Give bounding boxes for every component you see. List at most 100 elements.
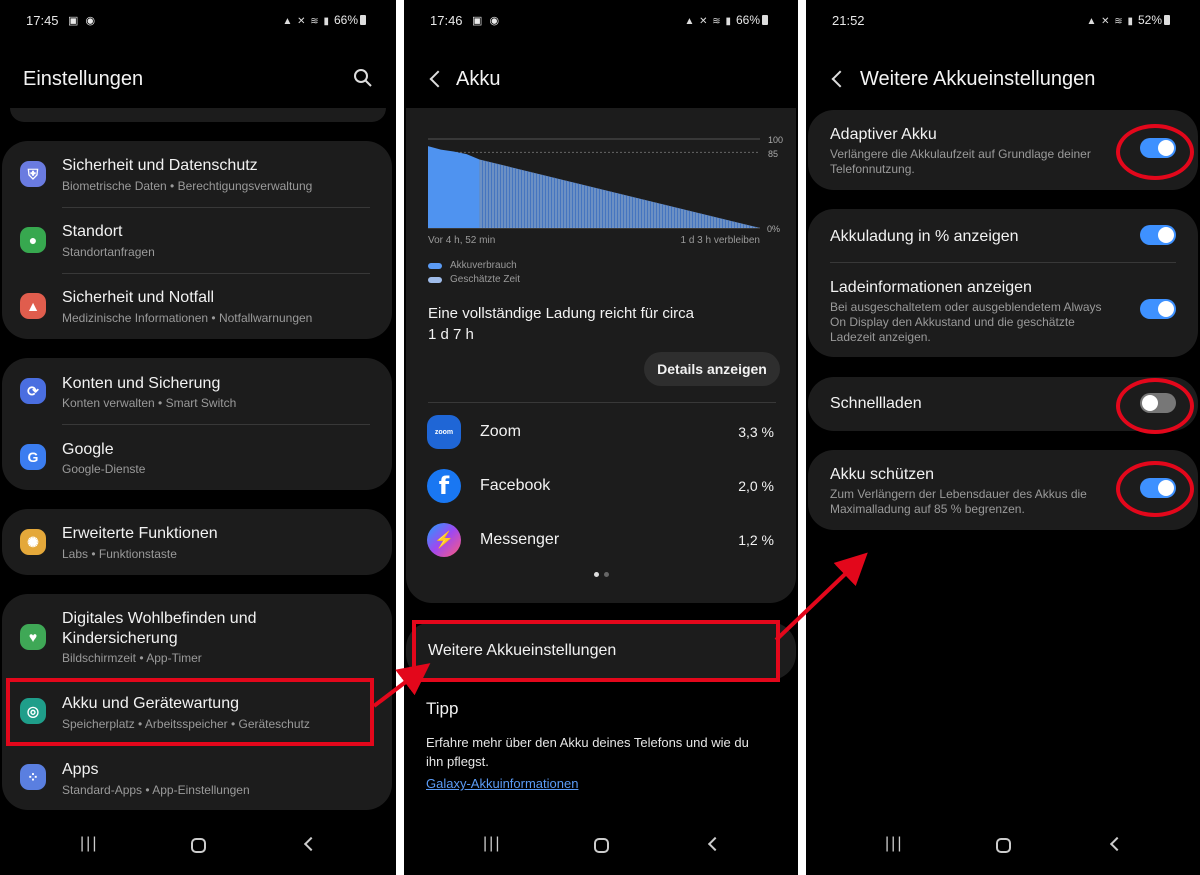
tip-text-line1: Erfahre mehr über den Akku deines Telefo… xyxy=(426,735,749,750)
item-subtitle: Labs • Funktionstaste xyxy=(62,547,177,561)
card-security: ⛨ Sicherheit und Datenschutz Biometrisch… xyxy=(2,141,392,339)
details-button[interactable]: Details anzeigen xyxy=(644,352,780,386)
item-subtitle: Konten verwalten • Smart Switch xyxy=(62,396,237,410)
setting-desc: Verlängere die Akkulaufzeit auf Grundlag… xyxy=(830,147,1091,161)
navigation-bar: ||| xyxy=(0,823,396,875)
home-icon[interactable] xyxy=(996,838,1011,853)
heart-icon: ♥ xyxy=(20,624,46,650)
page-indicator xyxy=(604,572,609,577)
recents-icon[interactable]: ||| xyxy=(80,835,98,853)
settings-item-advanced-features[interactable]: ✺ Erweiterte Funktionen Labs • Funktions… xyxy=(2,509,392,575)
emergency-icon: ▲ xyxy=(20,293,46,319)
app-row-zoom[interactable]: zoom Zoom 3,3 % xyxy=(406,408,796,462)
back-arrow-icon[interactable] xyxy=(831,70,849,88)
item-title: Konten und Sicherung xyxy=(62,375,221,392)
app-name: Messenger xyxy=(480,531,560,548)
highlight-box-battery-care xyxy=(6,678,374,746)
setting-title: Akkuladung in % anzeigen xyxy=(830,228,1019,245)
setting-title: Adaptiver Akku xyxy=(830,126,937,143)
settings-item-apps[interactable]: ⁘ Apps Standard-Apps • App-Einstellungen xyxy=(2,746,392,810)
recents-icon[interactable]: ||| xyxy=(483,835,501,853)
charging-info-toggle[interactable] xyxy=(1140,299,1176,319)
item-title-line2: Kindersicherung xyxy=(62,630,178,647)
legend-usage: Akkuverbrauch xyxy=(450,260,517,271)
item-title: Standort xyxy=(62,223,123,240)
settings-item-location[interactable]: ● Standort Standortanfragen xyxy=(2,207,392,273)
setting-title: Schnellladen xyxy=(830,395,922,412)
settings-screen: 17:45 ▣ ◉ ▲ ✕ ≋ ▮ 66% Einstellungen ⛨ Sic… xyxy=(0,0,396,875)
notification-icons: ▣ ◉ xyxy=(472,15,502,27)
app-row-facebook[interactable]: f Facebook 2,0 % xyxy=(406,462,796,516)
item-subtitle: Biometrische Daten • Berechtigungsverwal… xyxy=(62,179,313,193)
page-title: Einstellungen xyxy=(23,68,144,90)
item-subtitle: Google-Dienste xyxy=(62,462,146,476)
highlight-oval-adaptive xyxy=(1116,124,1194,180)
chart-y-label-bottom: 0% xyxy=(767,224,780,234)
battery-percent-toggle[interactable] xyxy=(1140,225,1176,245)
setting-desc-line2: Maximalladung auf 85 % begrenzen. xyxy=(830,502,1025,516)
settings-item-security[interactable]: ⛨ Sicherheit und Datenschutz Biometrisch… xyxy=(2,141,392,207)
recents-icon[interactable]: ||| xyxy=(885,835,903,853)
divider xyxy=(830,262,1176,263)
search-icon[interactable] xyxy=(353,68,373,88)
status-time: 17:46 xyxy=(430,13,463,28)
galaxy-battery-info-link[interactable]: Galaxy-Akkuinformationen xyxy=(426,776,578,791)
highlight-box-more-settings xyxy=(412,620,780,682)
app-name: Facebook xyxy=(480,477,551,494)
app-percent: 1,2 % xyxy=(738,532,774,548)
back-icon[interactable] xyxy=(707,836,723,852)
status-right: ▲ ✕ ≋ ▮ 66% xyxy=(282,13,366,27)
card-advanced: ✺ Erweiterte Funktionen Labs • Funktions… xyxy=(2,509,392,575)
battery-percent: 66% xyxy=(333,13,358,27)
setting-desc-line3: Ladezeit anzeigen. xyxy=(830,330,931,344)
battery-chart: 100 85 0% xyxy=(428,135,783,234)
app-row-messenger[interactable]: ⚡ Messenger 1,2 % xyxy=(406,516,796,570)
app-percent: 3,3 % xyxy=(738,424,774,440)
status-time: 21:52 xyxy=(832,13,865,28)
apps-grid-icon: ⁘ xyxy=(20,764,46,790)
settings-item-google[interactable]: G Google Google-Dienste xyxy=(2,424,392,490)
page-indicator-active xyxy=(594,572,599,577)
home-icon[interactable] xyxy=(191,838,206,853)
back-icon[interactable] xyxy=(303,836,319,852)
tip-title: Tipp xyxy=(426,699,459,718)
status-right: ▲ ✕ ≋ ▮ 66% xyxy=(684,13,768,27)
navigation-bar: ||| xyxy=(404,823,798,875)
navigation-bar: ||| xyxy=(806,823,1200,875)
item-title: Digitales Wohlbefinden und xyxy=(62,610,257,627)
back-arrow-icon[interactable] xyxy=(429,70,447,88)
page-title: Weitere Akkueinstellungen xyxy=(860,68,1096,90)
chart-area-usage xyxy=(428,146,480,228)
full-charge-value: 1 d 7 h xyxy=(428,326,474,343)
setting-desc: Bei ausgeschaltetem oder ausgeblendetem … xyxy=(830,300,1102,314)
item-title: Sicherheit und Datenschutz xyxy=(62,157,258,174)
page-title: Akku xyxy=(456,68,501,90)
app-percent: 2,0 % xyxy=(738,478,774,494)
battery-percent: 52% xyxy=(1137,13,1162,27)
battery-icon xyxy=(360,15,366,25)
legend-swatch-usage xyxy=(428,263,442,269)
scrolled-card-edge xyxy=(10,108,386,122)
signal-icon: ▲ ✕ ≋ ▮ xyxy=(1086,16,1134,27)
signal-icon: ▲ ✕ ≋ ▮ xyxy=(282,16,330,27)
item-subtitle: Standard-Apps • App-Einstellungen xyxy=(62,783,250,797)
back-icon[interactable] xyxy=(1109,836,1125,852)
facebook-app-icon: f xyxy=(427,469,461,503)
messenger-app-icon: ⚡ xyxy=(427,523,461,557)
status-bar: 17:45 ▣ ◉ ▲ ✕ ≋ ▮ 66% xyxy=(0,13,396,31)
settings-item-wellbeing[interactable]: ♥ Digitales Wohlbefinden und Kindersiche… xyxy=(2,594,392,676)
google-icon: G xyxy=(20,444,46,470)
sync-icon: ⟳ xyxy=(20,378,46,404)
card-accounts: ⟳ Konten und Sicherung Konten verwalten … xyxy=(2,358,392,490)
settings-item-accounts[interactable]: ⟳ Konten und Sicherung Konten verwalten … xyxy=(2,358,392,424)
tip-text-line2: ihn pflegst. xyxy=(426,754,489,769)
gear-star-icon: ✺ xyxy=(20,529,46,555)
battery-percent: 66% xyxy=(735,13,760,27)
home-icon[interactable] xyxy=(594,838,609,853)
setting-desc-line2: Telefonnutzung. xyxy=(830,162,915,176)
legend-swatch-estimate xyxy=(428,277,442,283)
divider xyxy=(428,402,776,403)
setting-card-display: Akkuladung in % anzeigen Ladeinformation… xyxy=(808,209,1198,357)
settings-item-emergency[interactable]: ▲ Sicherheit und Notfall Medizinische In… xyxy=(2,273,392,339)
highlight-oval-protect xyxy=(1116,461,1194,517)
